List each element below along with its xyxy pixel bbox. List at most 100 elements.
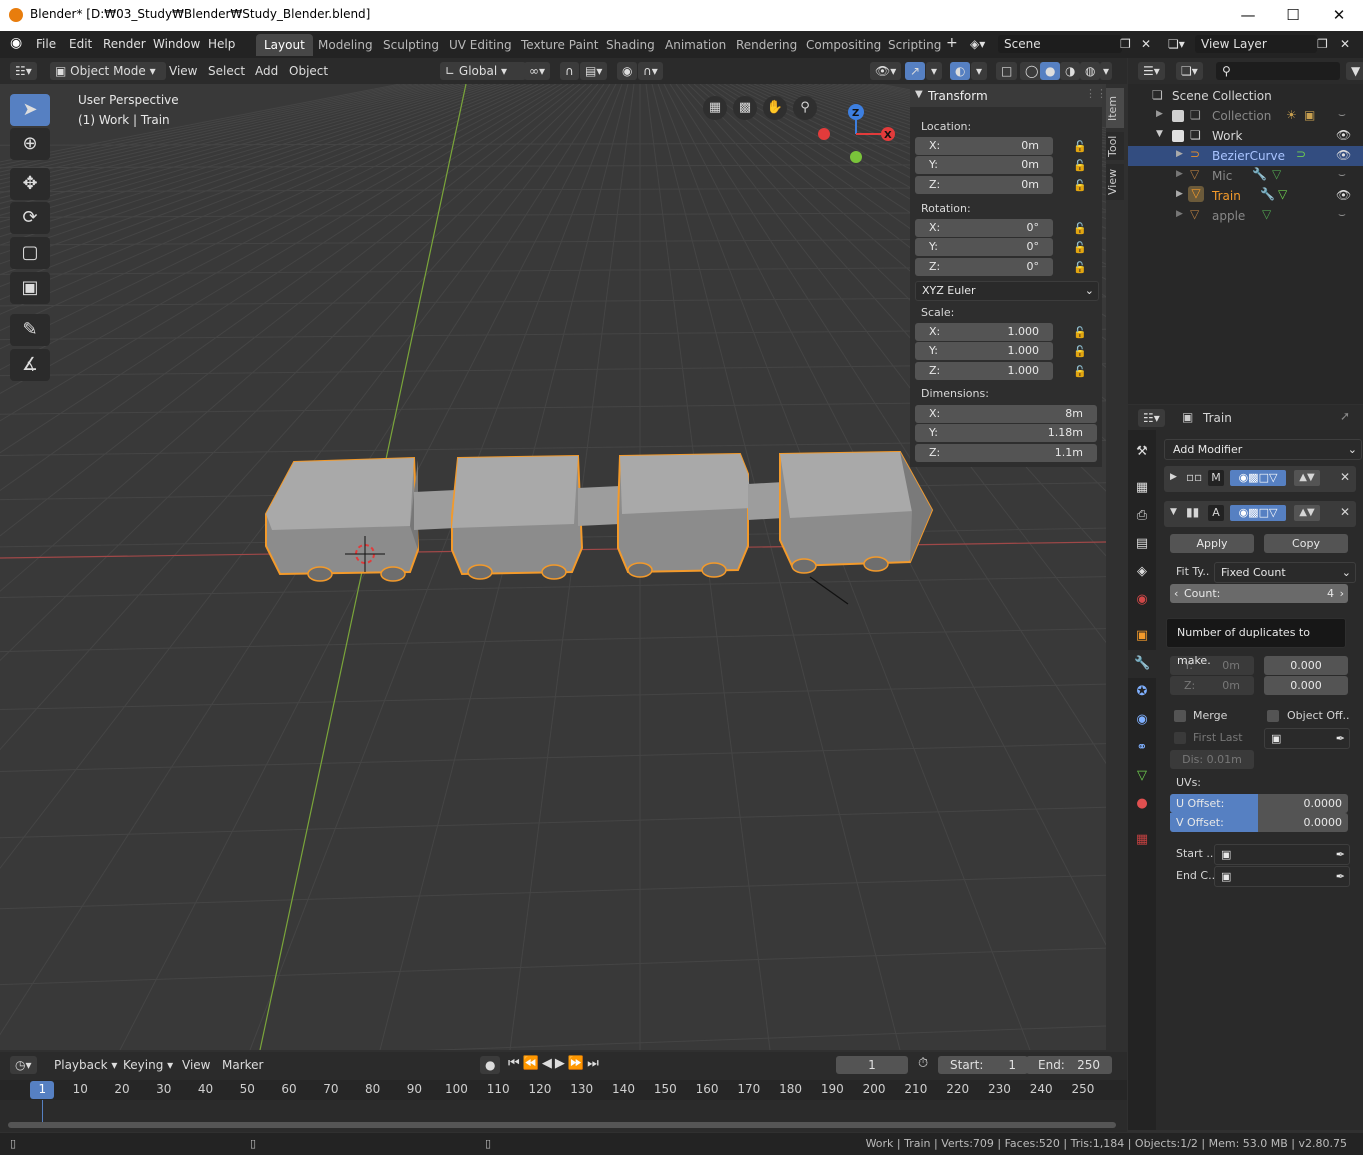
dimension-x-field[interactable]: X: 8m — [915, 405, 1097, 423]
select-box-tool-icon[interactable]: ➤ — [10, 94, 50, 126]
tab-layout[interactable]: Layout — [256, 34, 313, 56]
drag-handle-icon[interactable]: ⋮⋮ — [1085, 87, 1107, 100]
scene-field[interactable]: Scene — [998, 35, 1122, 53]
filter-icon[interactable]: ▼ — [1346, 62, 1363, 80]
view-layer-icon[interactable]: ❏▾ — [1168, 37, 1185, 51]
tab-animation[interactable]: Animation — [657, 34, 734, 56]
mode-dropdown[interactable]: ▣ Object Mode ▾ — [50, 62, 166, 80]
pan-hand-icon[interactable]: ✋ — [763, 96, 787, 120]
keying-menu[interactable]: Keying ▾ — [123, 1058, 173, 1072]
object-offset-checkbox[interactable] — [1267, 710, 1279, 722]
outliner-row-collection[interactable]: ▶ ❏ Collection ☀ ▣ ⌣ — [1128, 106, 1363, 126]
outliner-row-beziercurve[interactable]: ▶ ⊃ BezierCurve ⊃ 👁 — [1128, 146, 1363, 166]
hidden-eye-icon[interactable]: ⌣ — [1338, 107, 1346, 122]
modifier-name-field[interactable]: A — [1208, 505, 1224, 521]
material-tab-icon[interactable]: ● — [1134, 796, 1150, 812]
tab-rendering[interactable]: Rendering — [728, 34, 805, 56]
eyedropper-icon[interactable]: ✒ — [1336, 729, 1345, 748]
object-tab-icon[interactable]: ▣ — [1134, 628, 1150, 644]
scale-y-field[interactable]: Y: 1.000 — [915, 342, 1053, 360]
overlay-dropdown-icon[interactable]: ▾ — [971, 62, 988, 80]
relative-z-field[interactable]: 0.000 — [1264, 676, 1348, 695]
playback-controls[interactable]: ⏮⏪◀▶⏩⏭ — [508, 1056, 602, 1071]
zoom-icon[interactable]: ⚲ — [793, 96, 817, 120]
rendered-shading-icon[interactable]: ◍ — [1080, 62, 1101, 80]
u-offset-field[interactable]: U Offset: 0.0000 — [1170, 794, 1348, 813]
train-car[interactable] — [451, 454, 584, 576]
start-cap-field[interactable]: ▣ ✒ — [1214, 844, 1350, 865]
gizmo-toggle-icon[interactable]: ↗ — [905, 62, 926, 80]
timeline-editor-type-icon[interactable]: ◷▾ — [10, 1056, 37, 1074]
tab-uv-editing[interactable]: UV Editing — [441, 34, 520, 56]
tab-modeling[interactable]: Modeling — [310, 34, 381, 56]
visibility-icon[interactable]: 👁▾ — [870, 62, 902, 80]
scale-tool-icon[interactable]: ▢ — [10, 237, 50, 269]
outliner-editor-type-icon[interactable]: ☰▾ — [1138, 62, 1165, 80]
expand-arrow-icon[interactable]: ▶ — [1156, 109, 1163, 119]
display-mode-icon[interactable]: ❏▾ — [1176, 62, 1203, 80]
view-layer-field[interactable]: View Layer — [1195, 35, 1317, 53]
count-field[interactable]: ‹ Count: 4 › — [1170, 584, 1348, 603]
start-frame-field[interactable]: Start: 1 — [938, 1056, 1028, 1074]
rotate-tool-icon[interactable]: ⟳ — [10, 202, 50, 234]
add-workspace-icon[interactable]: + — [946, 35, 958, 51]
falloff-icon[interactable]: ∩▾ — [638, 62, 663, 80]
offset-z-field[interactable]: Z: 0m — [1170, 676, 1254, 695]
overlay-toggle-icon[interactable]: ◐ — [950, 62, 971, 80]
outliner-row-scene-collection[interactable]: ❏ Scene Collection — [1128, 86, 1363, 106]
dimension-z-field[interactable]: Z: 1.1m — [915, 444, 1097, 462]
outliner-row-train[interactable]: ▶ ▽ Train 🔧 ▽ 👁 — [1128, 186, 1363, 206]
rotation-x-field[interactable]: X: 0° — [915, 219, 1053, 237]
lock-icon[interactable]: 🔓 — [1073, 261, 1087, 274]
modifier-header-array[interactable]: ▼ ▮▮ A ◉▩□▽ ▲▼ ✕ — [1164, 501, 1356, 527]
transform-tool-icon[interactable]: ▣ — [10, 272, 50, 304]
gizmo-neg-x[interactable] — [818, 128, 830, 140]
camera-view-icon[interactable]: ▩ — [733, 96, 757, 120]
tab-compositing[interactable]: Compositing — [798, 34, 889, 56]
stopwatch-icon[interactable]: ⏱ — [918, 1056, 928, 1071]
editor-type-icon[interactable]: ☷▾ — [10, 62, 37, 80]
lock-icon[interactable]: 🔓 — [1073, 140, 1087, 153]
record-icon[interactable]: ● — [480, 1056, 501, 1074]
timeline-scrollbar[interactable] — [8, 1122, 1116, 1128]
expand-arrow-icon[interactable]: ▼ — [1156, 129, 1163, 139]
shading-dropdown-icon[interactable]: ▾ — [1100, 62, 1113, 80]
tab-shading[interactable]: Shading — [598, 34, 663, 56]
lock-icon[interactable]: 🔓 — [1073, 345, 1087, 358]
train-car[interactable] — [265, 456, 420, 576]
train-car[interactable] — [779, 450, 934, 568]
eye-icon[interactable]: 👁 — [1336, 128, 1351, 142]
dimension-y-field[interactable]: Y: 1.18m — [915, 424, 1097, 442]
modifier-display-toggles[interactable]: ◉▩□▽ — [1230, 470, 1286, 486]
scene-tab-icon[interactable]: ◈ — [1134, 564, 1150, 580]
menu-help[interactable]: Help — [208, 37, 235, 51]
modifier-header-mirror[interactable]: ▶ ▫▫ M ◉▩□▽ ▲▼ ✕ — [1164, 466, 1356, 492]
marker-menu[interactable]: Marker — [222, 1058, 263, 1072]
modifier-name-field[interactable]: M — [1208, 470, 1224, 486]
merge-checkbox[interactable] — [1174, 710, 1186, 722]
first-last-checkbox[interactable] — [1174, 732, 1186, 744]
scene-icon[interactable]: ◈▾ — [970, 37, 985, 51]
outliner-row-mic[interactable]: ▶ ▽ Mic 🔧 ▽ ⌣ — [1128, 166, 1363, 186]
particles-tab-icon[interactable]: ✪ — [1134, 684, 1150, 700]
menu-file[interactable]: File — [36, 37, 56, 51]
lock-icon[interactable]: 🔓 — [1073, 365, 1087, 378]
lock-icon[interactable]: 🔓 — [1073, 222, 1087, 235]
scale-z-field[interactable]: Z: 1.000 — [915, 362, 1053, 380]
move-up-down-icon[interactable]: ▲▼ — [1294, 470, 1320, 486]
tab-scripting[interactable]: Scripting — [880, 34, 949, 56]
menu-select[interactable]: Select — [208, 64, 245, 78]
minimize-button[interactable]: — — [1228, 4, 1268, 26]
tab-sculpting[interactable]: Sculpting — [375, 34, 447, 56]
remove-modifier-icon[interactable]: ✕ — [1340, 470, 1350, 484]
lock-icon[interactable]: 🔓 — [1073, 241, 1087, 254]
expand-arrow-icon[interactable]: ▼ — [1170, 507, 1177, 517]
gizmo-dropdown-icon[interactable]: ▾ — [926, 62, 943, 80]
tab-view[interactable]: View — [1106, 164, 1124, 200]
view-layer-copy-icon[interactable]: ❐ — [1317, 37, 1328, 51]
copy-button[interactable]: Copy — [1264, 534, 1348, 553]
measure-tool-icon[interactable]: ∡ — [10, 349, 50, 381]
remove-modifier-icon[interactable]: ✕ — [1340, 505, 1350, 519]
end-cap-field[interactable]: ▣ ✒ — [1214, 866, 1350, 887]
maximize-button[interactable]: ☐ — [1273, 4, 1313, 26]
